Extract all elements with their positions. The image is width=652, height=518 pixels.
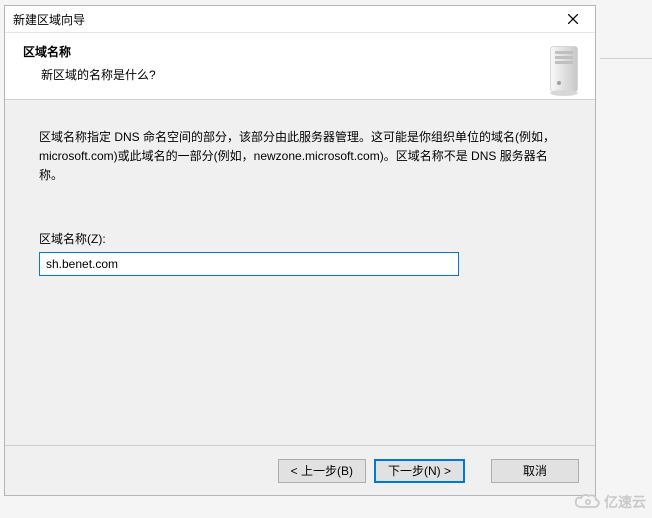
background-divider [600,58,652,60]
zone-name-input[interactable] [39,252,459,276]
description-text: 区域名称指定 DNS 命名空间的部分，该部分由此服务器管理。这可能是你组织单位的… [39,128,561,186]
window-title: 新建区域向导 [13,11,85,28]
cloud-icon [574,493,600,511]
watermark: 亿速云 [574,492,646,512]
titlebar: 新建区域向导 [5,6,595,33]
watermark-text: 亿速云 [604,492,646,512]
zone-name-label: 区域名称(Z): [39,230,561,247]
header-text: 区域名称 新区域的名称是什么? [23,43,156,99]
wizard-dialog: 新建区域向导 区域名称 新区域的名称是什么? [4,5,596,496]
close-icon [568,14,578,24]
close-button[interactable] [550,6,595,32]
next-button[interactable]: 下一步(N) > [374,459,465,483]
wizard-header: 区域名称 新区域的名称是什么? [5,33,595,100]
header-title: 区域名称 [23,43,156,60]
server-icon [545,45,583,97]
header-subtitle: 新区域的名称是什么? [23,66,156,83]
button-bar: < 上一步(B) 下一步(N) > 取消 [5,445,595,495]
wizard-content: 区域名称指定 DNS 命名空间的部分，该部分由此服务器管理。这可能是你组织单位的… [5,100,595,445]
cancel-button[interactable]: 取消 [491,459,579,483]
back-button[interactable]: < 上一步(B) [278,459,366,483]
